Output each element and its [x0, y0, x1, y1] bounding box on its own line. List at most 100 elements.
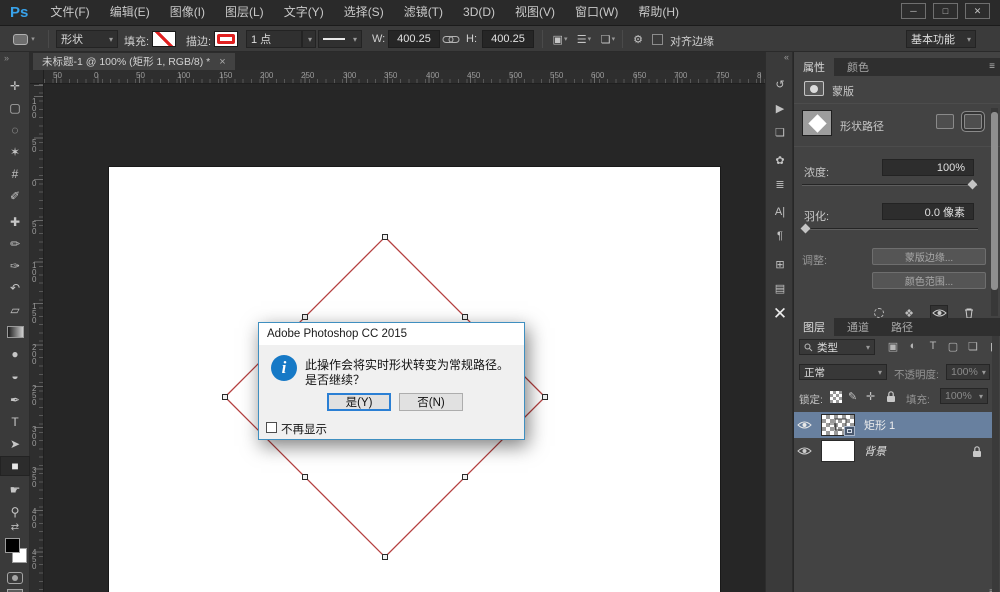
menu-3d[interactable]: 3D(D) [453, 0, 505, 25]
path-selection-tool[interactable]: ➤ [0, 434, 30, 454]
vector-mask-icon[interactable] [964, 114, 982, 129]
color-range-button[interactable]: 颜色范围... [872, 272, 986, 289]
marquee-tool[interactable]: ▢ [0, 98, 30, 118]
character-panel-icon[interactable]: A| [766, 202, 794, 222]
layer-name[interactable]: 矩形 1 [864, 417, 895, 433]
blend-mode-select[interactable]: 正常 ▾ [799, 364, 887, 380]
crop-tool[interactable]: # [0, 164, 30, 184]
dont-show-checkbox[interactable] [266, 422, 277, 433]
menu-file[interactable]: 文件(F) [40, 0, 99, 25]
expand-panels-icon[interactable]: « [784, 52, 789, 62]
opacity-value[interactable]: 100% ▾ [946, 364, 990, 380]
eyedropper-tool[interactable]: ✐ [0, 186, 30, 206]
close-button[interactable]: ✕ [965, 3, 990, 19]
rectangle-tool[interactable]: ■ [0, 456, 30, 476]
fill-opacity-value[interactable]: 100% ▾ [940, 388, 988, 404]
history-brush-tool[interactable]: ↶ [0, 278, 30, 298]
healing-brush-tool[interactable]: ✚ [0, 212, 30, 232]
dodge-tool[interactable]: ◒ [0, 366, 30, 386]
menu-edit[interactable]: 编辑(E) [100, 0, 160, 25]
pen-tool[interactable]: ✒ [0, 390, 30, 410]
clone-stamp-tool[interactable]: ✑ [0, 256, 30, 276]
layer-comps-panel-icon[interactable]: ⊞ [766, 254, 794, 274]
layer-filter-select[interactable]: 类型 ▾ [799, 339, 875, 355]
minimize-button[interactable]: ─ [901, 3, 926, 19]
collapse-toolbar-icon[interactable]: » [4, 53, 9, 63]
menu-filter[interactable]: 滤镜(T) [394, 0, 453, 25]
panel-menu-icon[interactable]: ≡ [989, 61, 995, 72]
blur-tool[interactable]: ● [0, 344, 30, 364]
filter-type-layers-icon[interactable]: T [924, 338, 942, 354]
fill-swatch[interactable] [152, 31, 176, 47]
filter-smart-objects-icon[interactable]: ❏ [964, 338, 982, 354]
filter-shape-layers-icon[interactable]: ▢ [944, 338, 962, 354]
feather-slider-handle[interactable] [801, 224, 811, 234]
filter-adjustment-layers-icon[interactable]: ◐ [904, 338, 922, 354]
layer-name[interactable]: 背景 [864, 443, 886, 459]
lock-position-icon[interactable]: ✛ [866, 390, 875, 403]
tab-paths[interactable]: 路径 [882, 318, 922, 336]
yes-button[interactable]: 是(Y) [327, 393, 391, 411]
paragraph-panel-icon[interactable]: ¶ [766, 226, 794, 246]
move-tool[interactable]: ✛ [0, 76, 30, 96]
layer-visibility-eye-icon[interactable] [794, 420, 814, 430]
stroke-width-dropdown[interactable]: ▾ [302, 30, 316, 48]
tab-channels[interactable]: 通道 [838, 318, 878, 336]
eraser-tool[interactable]: ▱ [0, 300, 30, 320]
menu-window[interactable]: 窗口(W) [565, 0, 628, 25]
tab-properties[interactable]: 属性 [794, 58, 834, 76]
no-button[interactable]: 否(N) [399, 393, 463, 411]
properties-scrollbar[interactable] [991, 108, 998, 316]
menu-help[interactable]: 帮助(H) [628, 0, 689, 25]
path-operations-button[interactable]: ▣▾ [550, 30, 570, 48]
density-slider[interactable] [802, 184, 978, 186]
scrollbar-thumb[interactable] [991, 112, 998, 290]
tool-mode-select[interactable]: 形状 ▾ [56, 30, 118, 48]
mask-edge-button[interactable]: 蒙版边缘... [872, 248, 986, 265]
history-panel-icon[interactable]: ↺ [766, 74, 794, 94]
gradient-tool[interactable] [0, 322, 30, 342]
menu-layer[interactable]: 图层(L) [215, 0, 274, 25]
layer-visibility-eye-icon[interactable] [794, 446, 814, 456]
layers-scrollbar[interactable] [992, 336, 999, 592]
lasso-tool[interactable]: ◌ [0, 120, 30, 140]
brush-tool[interactable]: ✏ [0, 234, 30, 254]
lock-transparency-icon[interactable] [830, 391, 842, 403]
link-dimensions-icon[interactable] [442, 35, 460, 44]
zoom-tool[interactable]: ⚲ [0, 502, 30, 522]
gear-icon[interactable]: ⚙ [628, 30, 648, 48]
close-tab-icon[interactable]: × [219, 56, 225, 68]
shape-width-input[interactable]: 400.25 [388, 30, 440, 48]
stroke-width-input[interactable]: 1 点 [246, 30, 302, 48]
density-value[interactable]: 100% [882, 159, 974, 176]
path-arrangement-button[interactable]: ❏▾ [598, 30, 618, 48]
quick-mask-button[interactable] [7, 572, 23, 584]
lock-all-icon[interactable] [886, 390, 896, 403]
filter-pixel-layers-icon[interactable]: ▣ [884, 338, 902, 354]
foreground-color-swatch[interactable] [5, 538, 20, 553]
brush-presets-panel-icon[interactable]: ≣ [766, 174, 794, 194]
menu-type[interactable]: 文字(Y) [274, 0, 334, 25]
stroke-swatch[interactable] [214, 31, 238, 47]
measure-tools-icon[interactable]: ✕ [766, 304, 794, 324]
document-tab[interactable]: 未标题-1 @ 100% (矩形 1, RGB/8) * × [33, 53, 235, 70]
tool-presets-panel-icon[interactable]: ❏ [766, 122, 794, 142]
brush-panel-icon[interactable]: ✿ [766, 150, 794, 170]
magic-wand-tool[interactable]: ✶ [0, 142, 30, 162]
layer-row-rectangle-1[interactable]: 矩形 1 [794, 412, 994, 438]
layer-thumbnail[interactable] [821, 414, 855, 436]
stroke-style-select[interactable]: ▾ [318, 30, 362, 48]
layer-row-background[interactable]: 背景 [794, 438, 994, 464]
tab-color[interactable]: 颜色 [838, 58, 878, 76]
align-edges-checkbox[interactable] [652, 34, 663, 45]
hand-tool[interactable]: ☛ [0, 480, 30, 500]
menu-image[interactable]: 图像(I) [160, 0, 215, 25]
actions-panel-icon[interactable]: ▶ [766, 98, 794, 118]
layer-thumbnail[interactable] [821, 440, 855, 462]
tab-layers[interactable]: 图层 [794, 318, 834, 336]
tool-preset-picker[interactable]: ▾ [6, 30, 42, 48]
workspace-select[interactable]: 基本功能 ▾ [906, 30, 976, 48]
shape-height-input[interactable]: 400.25 [482, 30, 534, 48]
menu-view[interactable]: 视图(V) [505, 0, 565, 25]
maximize-button[interactable]: □ [933, 3, 958, 19]
